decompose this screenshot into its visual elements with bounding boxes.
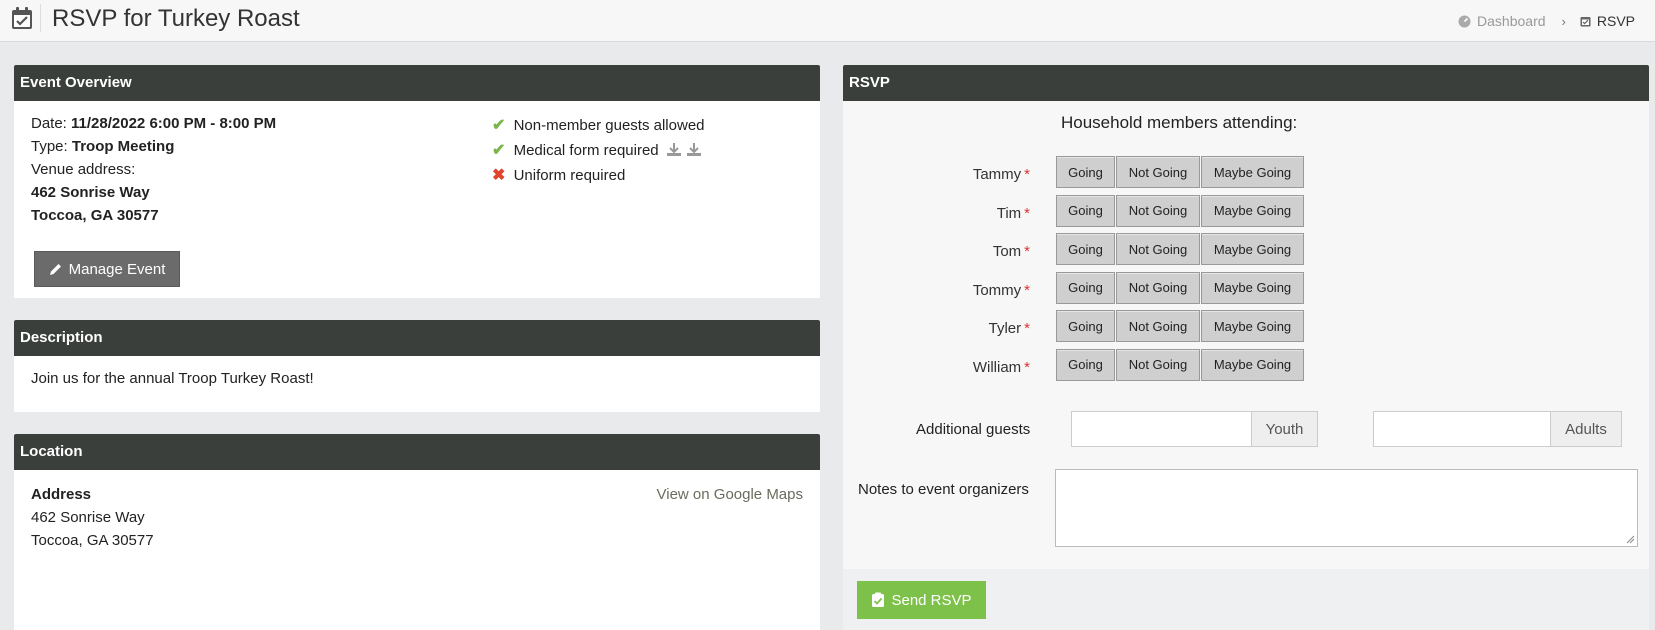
going-button[interactable]: Going	[1056, 156, 1115, 188]
maybe-going-button[interactable]: Maybe Going	[1201, 348, 1304, 381]
date-label: Date:	[31, 115, 67, 132]
feature-guests-label: Non-member guests allowed	[513, 117, 705, 134]
top-bar: RSVP for Turkey Roast Dashboard › RSVP	[0, 0, 1655, 42]
member-name: Tommy	[972, 281, 1022, 299]
rsvp-option-group: Going Not Going Maybe Going	[1056, 194, 1304, 227]
required-mark: *	[1024, 204, 1030, 222]
required-mark: *	[1024, 358, 1030, 376]
youth-addon: Youth	[1252, 411, 1318, 447]
member-name: Tom	[992, 243, 1022, 260]
rsvp-option-group: Going Not Going Maybe Going	[1056, 271, 1304, 304]
member-label: Tommy *	[850, 282, 1030, 299]
feature-uniform-label: Uniform required	[513, 167, 626, 184]
not-going-button[interactable]: Not Going	[1116, 271, 1200, 304]
member-name: Tyler	[988, 320, 1022, 337]
address-line1: 462 Sonrise Way	[31, 509, 145, 526]
download-icon[interactable]	[686, 142, 702, 157]
check-icon: ✔	[492, 142, 506, 159]
required-mark: *	[1024, 320, 1030, 337]
rsvp-option-group: Going Not Going Maybe Going	[1056, 233, 1304, 265]
going-button[interactable]: Going	[1056, 233, 1115, 265]
dashboard-icon	[1458, 15, 1471, 27]
member-label: Tammy *	[850, 166, 1030, 183]
venue-line1: 462 Sonrise Way	[31, 184, 150, 201]
maybe-going-button[interactable]: Maybe Going	[1201, 194, 1304, 227]
breadcrumb-dashboard-link[interactable]: Dashboard	[1477, 13, 1546, 29]
member-name: William	[972, 358, 1022, 376]
description-panel: Description Join us for the annual Troop…	[14, 320, 820, 412]
venue-label: Venue address:	[31, 161, 136, 178]
notes-label: Notes to event organizers	[858, 481, 1029, 498]
location-panel: Location Address 462 Sonrise Way Toccoa,…	[14, 434, 820, 630]
notes-textarea[interactable]	[1055, 469, 1638, 547]
chevron-right-icon: ›	[1561, 13, 1566, 29]
feature-guests: ✔ Non-member guests allowed	[492, 115, 705, 135]
description-text: Join us for the annual Troop Turkey Roas…	[31, 370, 314, 387]
rsvp-option-group: Going Not Going Maybe Going	[1056, 310, 1304, 342]
cross-icon: ✖	[492, 167, 506, 184]
date-row: Date: 11/28/2022 6:00 PM - 8:00 PM	[31, 115, 276, 132]
member-name: Tammy	[972, 166, 1022, 183]
type-label: Type:	[31, 138, 68, 155]
clipboard-check-icon	[872, 592, 885, 607]
going-button[interactable]: Going	[1056, 194, 1115, 227]
rsvp-option-group: Going Not Going Maybe Going	[1056, 156, 1304, 188]
member-label: Tyler *	[850, 320, 1030, 337]
going-button[interactable]: Going	[1056, 271, 1115, 304]
not-going-button[interactable]: Not Going	[1116, 156, 1200, 188]
description-heading: Description	[14, 320, 820, 356]
member-label: Tim *	[850, 205, 1030, 222]
feature-uniform: ✖ Uniform required	[492, 165, 625, 185]
member-label: William *	[850, 359, 1030, 376]
rsvp-option-group: Going Not Going Maybe Going	[1056, 348, 1304, 381]
type-row: Type: Troop Meeting	[31, 138, 174, 155]
manage-event-label: Manage Event	[68, 260, 166, 278]
venue-line2: Toccoa, GA 30577	[31, 207, 159, 224]
date-value: 11/28/2022 6:00 PM - 8:00 PM	[71, 115, 277, 132]
feature-medical: ✔ Medical form required	[492, 140, 702, 160]
event-overview-panel: Event Overview Date: 11/28/2022 6:00 PM …	[14, 65, 820, 298]
calendar-check-icon	[1580, 17, 1591, 27]
address-label: Address	[31, 486, 92, 503]
maybe-going-button[interactable]: Maybe Going	[1201, 271, 1304, 304]
members-heading: Household members attending:	[1061, 113, 1298, 132]
send-rsvp-button[interactable]: Send RSVP	[857, 581, 986, 619]
not-going-button[interactable]: Not Going	[1116, 233, 1200, 265]
not-going-button[interactable]: Not Going	[1116, 194, 1200, 227]
google-maps-link[interactable]: View on Google Maps	[657, 486, 803, 503]
maybe-going-button[interactable]: Maybe Going	[1201, 156, 1304, 188]
adults-addon: Adults	[1551, 411, 1622, 447]
going-button[interactable]: Going	[1056, 348, 1115, 381]
required-mark: *	[1024, 281, 1030, 299]
breadcrumb-current: RSVP	[1596, 13, 1635, 29]
type-value: Troop Meeting	[71, 138, 175, 155]
feature-medical-label: Medical form required	[513, 142, 659, 159]
address-line2: Toccoa, GA 30577	[31, 532, 154, 549]
calendar-check-icon	[12, 7, 32, 29]
adult-guests-input[interactable]	[1373, 411, 1551, 447]
not-going-button[interactable]: Not Going	[1116, 310, 1200, 342]
check-icon: ✔	[492, 117, 506, 134]
location-heading: Location	[14, 434, 820, 470]
pencil-icon	[49, 264, 61, 275]
youth-guests-input[interactable]	[1071, 411, 1252, 447]
maybe-going-button[interactable]: Maybe Going	[1201, 310, 1304, 342]
page-title: RSVP for Turkey Roast	[52, 5, 300, 32]
event-overview-heading: Event Overview	[14, 65, 820, 101]
required-mark: *	[1024, 166, 1030, 183]
manage-event-button[interactable]: Manage Event	[34, 251, 180, 287]
send-rsvp-label: Send RSVP	[891, 591, 972, 609]
breadcrumb: Dashboard › RSVP	[1458, 13, 1635, 29]
download-icon[interactable]	[666, 142, 682, 157]
member-name: Tim	[996, 204, 1022, 222]
member-label: Tom *	[850, 243, 1030, 260]
rsvp-heading: RSVP	[843, 65, 1649, 101]
title-divider	[40, 4, 41, 32]
maybe-going-button[interactable]: Maybe Going	[1201, 233, 1304, 265]
resize-handle-icon[interactable]	[1626, 535, 1635, 544]
not-going-button[interactable]: Not Going	[1116, 348, 1200, 381]
going-button[interactable]: Going	[1056, 310, 1115, 342]
required-mark: *	[1024, 243, 1030, 260]
guests-label: Additional guests	[916, 421, 1031, 438]
